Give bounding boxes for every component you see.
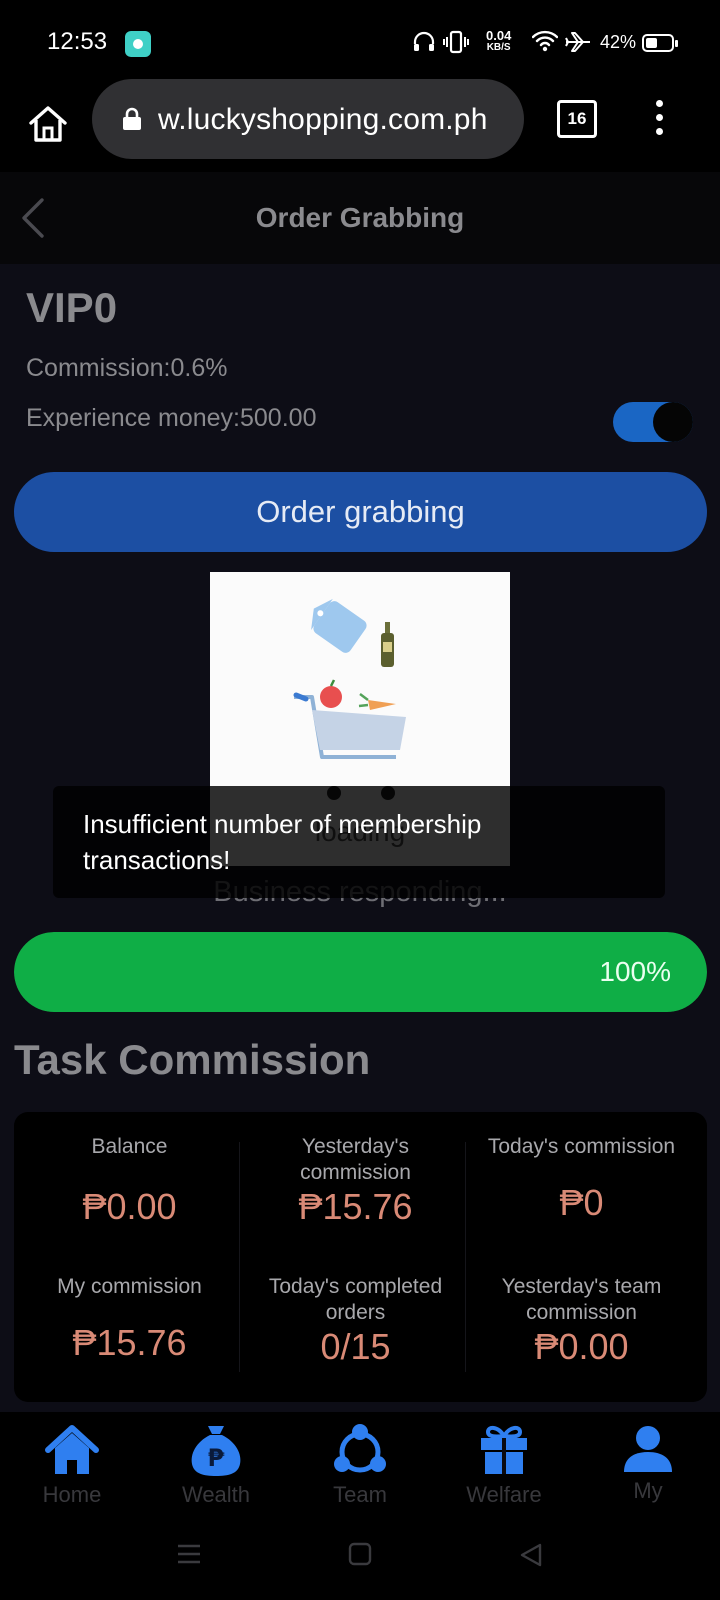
stat-label: My commission xyxy=(57,1275,202,1298)
stat-label: Yesterday's commission xyxy=(300,1135,411,1184)
app-notification-icon xyxy=(125,31,151,57)
progress-label: 100% xyxy=(599,956,671,987)
commission-rate: Commission:0.6% xyxy=(26,354,228,382)
home-square-icon[interactable] xyxy=(348,1542,372,1566)
nav-item-home[interactable]: Home xyxy=(0,1412,144,1512)
gift-icon xyxy=(481,1425,527,1474)
stat-today-commission: Today's commission ₱0 xyxy=(466,1134,697,1224)
browser-home-icon[interactable] xyxy=(26,102,70,146)
nav-item-welfare[interactable]: Welfare xyxy=(432,1412,576,1512)
recent-apps-icon[interactable] xyxy=(176,1542,202,1566)
nav-label: My xyxy=(633,1478,663,1503)
stat-value: ₱0.00 xyxy=(534,1326,629,1367)
commission-stats-panel: Balance ₱0.00 Yesterday's commission ₱15… xyxy=(14,1112,707,1402)
nav-item-my[interactable]: My xyxy=(576,1412,720,1512)
bottom-navigation: Home ₱ Wealth Team Welfare My xyxy=(0,1412,720,1512)
nav-item-wealth[interactable]: ₱ Wealth xyxy=(144,1412,288,1512)
status-time: 12:53 xyxy=(47,28,108,55)
toast-message: Insufficient number of membership transa… xyxy=(83,809,482,875)
nav-item-team[interactable]: Team xyxy=(288,1412,432,1512)
vip-level: VIP0 xyxy=(26,284,118,331)
nav-label: Wealth xyxy=(181,1482,251,1507)
experience-money: Experience money:500.00 xyxy=(26,404,317,432)
error-toast: Insufficient number of membership transa… xyxy=(53,786,665,898)
stat-value: ₱0.00 xyxy=(82,1186,177,1227)
status-bar: 12:53 0.04 KB/S 42% xyxy=(0,0,720,86)
stat-value: ₱15.76 xyxy=(72,1322,187,1363)
battery-icon xyxy=(642,34,678,52)
stat-value: ₱15.76 xyxy=(298,1186,413,1227)
url-text: w.luckyshopping.com.ph xyxy=(158,103,488,136)
airplane-mode-icon xyxy=(565,32,590,52)
svg-text:₱: ₱ xyxy=(208,1444,225,1472)
home-icon xyxy=(45,1425,99,1474)
browser-toolbar: w.luckyshopping.com.ph 16 xyxy=(0,79,720,172)
task-commission-title: Task Commission xyxy=(14,1036,371,1083)
vibrate-icon xyxy=(443,30,469,54)
nav-label: Team xyxy=(333,1482,387,1507)
address-bar[interactable]: w.luckyshopping.com.ph xyxy=(92,79,524,159)
stat-value: 0/15 xyxy=(320,1326,391,1367)
order-grabbing-button[interactable]: Order grabbing xyxy=(14,472,707,552)
tab-switcher-button[interactable]: 16 xyxy=(557,100,597,138)
user-icon xyxy=(624,1426,672,1472)
stat-label: Today's commission xyxy=(487,1135,676,1158)
main-content: VIP0 Commission:0.6% Experience money:50… xyxy=(0,264,720,1412)
stat-balance: Balance ₱0.00 xyxy=(14,1134,245,1228)
page-header: Order Grabbing xyxy=(0,172,720,264)
stat-completed-orders: Today's completed orders 0/15 xyxy=(240,1274,471,1368)
stat-label: Today's completed orders xyxy=(268,1275,443,1324)
system-navigation-bar xyxy=(0,1512,720,1600)
headphones-icon xyxy=(413,31,435,51)
page-title: Order Grabbing xyxy=(255,202,465,233)
money-bag-icon: ₱ xyxy=(191,1426,241,1476)
nav-label: Welfare xyxy=(466,1482,542,1507)
battery-percent: 42% xyxy=(600,32,637,52)
system-back-icon[interactable] xyxy=(518,1542,544,1568)
stat-label: Yesterday's team commission xyxy=(501,1275,662,1324)
wifi-icon xyxy=(532,30,558,52)
stat-value: ₱0 xyxy=(559,1182,604,1223)
stat-yesterday-team-commission: Yesterday's team commission ₱0.00 xyxy=(466,1274,697,1368)
lock-icon xyxy=(123,107,141,130)
experience-toggle[interactable] xyxy=(613,402,693,442)
network-speed: 0.04 KB/S xyxy=(486,28,512,53)
browser-menu-icon[interactable] xyxy=(654,100,664,140)
nav-label: Home xyxy=(42,1482,102,1507)
stat-yesterday-commission: Yesterday's commission ₱15.76 xyxy=(240,1134,471,1228)
progress-bar: 100% xyxy=(14,932,707,1012)
stat-label: Balance xyxy=(91,1135,168,1158)
team-icon xyxy=(334,1424,386,1473)
stat-my-commission: My commission ₱15.76 xyxy=(14,1274,245,1364)
